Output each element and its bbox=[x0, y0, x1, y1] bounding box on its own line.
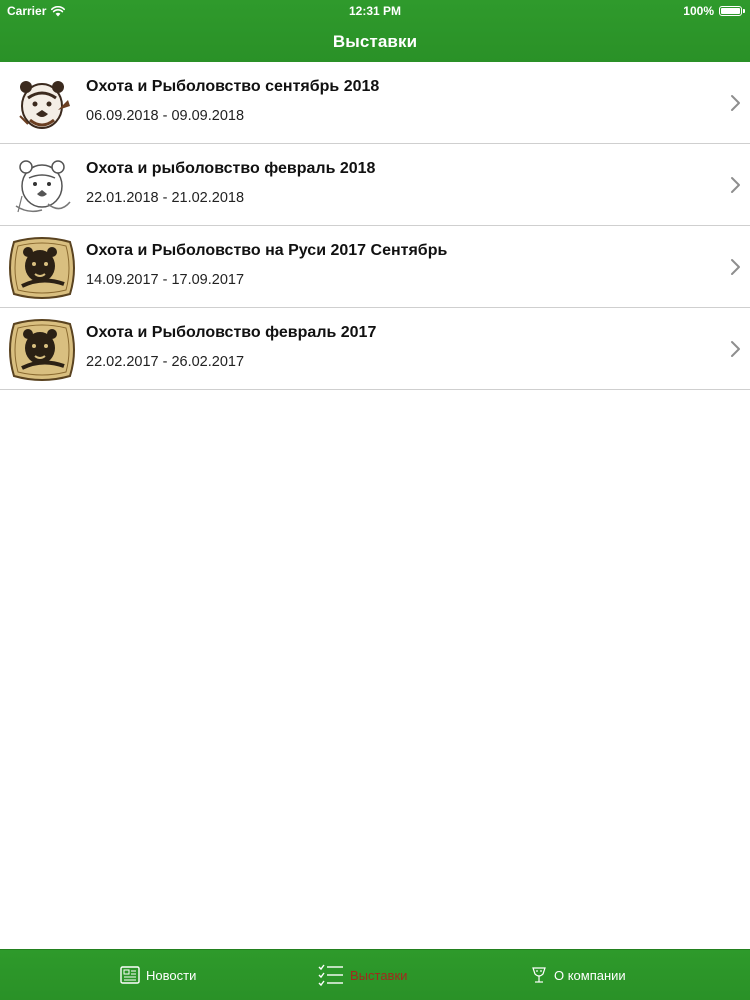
tab-exhibitions[interactable]: Выставки bbox=[318, 950, 407, 1000]
exhibition-title: Охота и рыболовство февраль 2018 bbox=[86, 160, 376, 177]
status-bar: Carrier 12:31 PM 100% bbox=[0, 0, 750, 22]
exhibition-dates: 14.09.2017 - 17.09.2017 bbox=[86, 272, 245, 288]
exhibition-title: Охота и Рыболовство на Руси 2017 Сентябр… bbox=[86, 242, 448, 259]
chevron-right-icon bbox=[731, 95, 740, 111]
exhibition-dates: 22.02.2017 - 26.02.2017 bbox=[86, 354, 245, 370]
exhibition-title: Охота и Рыболовство февраль 2017 bbox=[86, 324, 377, 341]
bear-badge-icon bbox=[9, 319, 75, 381]
page-title: Выставки bbox=[332, 32, 418, 51]
bear-badge-icon bbox=[9, 237, 75, 299]
exhibition-row[interactable]: Охота и Рыболовство сентябрь 2018 06.09.… bbox=[0, 62, 750, 144]
tab-news[interactable]: Новости bbox=[120, 950, 196, 1000]
tab-news-label: Новости bbox=[146, 967, 197, 983]
chevron-right-icon bbox=[731, 259, 740, 275]
exhibition-list: Охота и Рыболовство сентябрь 2018 06.09.… bbox=[0, 62, 750, 390]
battery-percent: 100% bbox=[683, 4, 714, 18]
status-time: 12:31 PM bbox=[348, 4, 402, 18]
bear-logo-icon bbox=[19, 81, 70, 129]
bear-sketch-icon bbox=[15, 160, 71, 213]
exhibition-title: Охота и Рыболовство сентябрь 2018 bbox=[86, 78, 380, 95]
chevron-right-icon bbox=[731, 341, 740, 357]
exhibition-dates: 22.01.2018 - 21.02.2018 bbox=[86, 190, 245, 206]
exhibition-dates: 06.09.2018 - 09.09.2018 bbox=[86, 108, 245, 124]
tab-about-label: О компании bbox=[554, 967, 626, 983]
newspaper-icon bbox=[120, 966, 140, 984]
tab-about[interactable]: О компании bbox=[530, 950, 626, 1000]
exhibitions-screen: Carrier 12:31 PM 100% Выставки Охота и Р… bbox=[0, 0, 750, 1000]
exhibition-row[interactable]: Охота и рыболовство февраль 2018 22.01.2… bbox=[0, 144, 750, 226]
company-icon bbox=[532, 967, 546, 983]
battery-icon bbox=[719, 6, 745, 16]
status-right: 100% bbox=[683, 4, 745, 18]
chevron-right-icon bbox=[731, 177, 740, 193]
tab-bar: Новости Выставки О компании bbox=[0, 949, 750, 1000]
tab-exhibitions-label: Выставки bbox=[350, 967, 408, 983]
exhibition-row[interactable]: Охота и Рыболовство на Руси 2017 Сентябр… bbox=[0, 226, 750, 308]
battery-fill bbox=[721, 8, 740, 14]
checklist-icon bbox=[318, 964, 343, 987]
header: Carrier 12:31 PM 100% Выставки bbox=[0, 0, 750, 62]
exhibition-row[interactable]: Охота и Рыболовство февраль 2017 22.02.2… bbox=[0, 308, 750, 390]
